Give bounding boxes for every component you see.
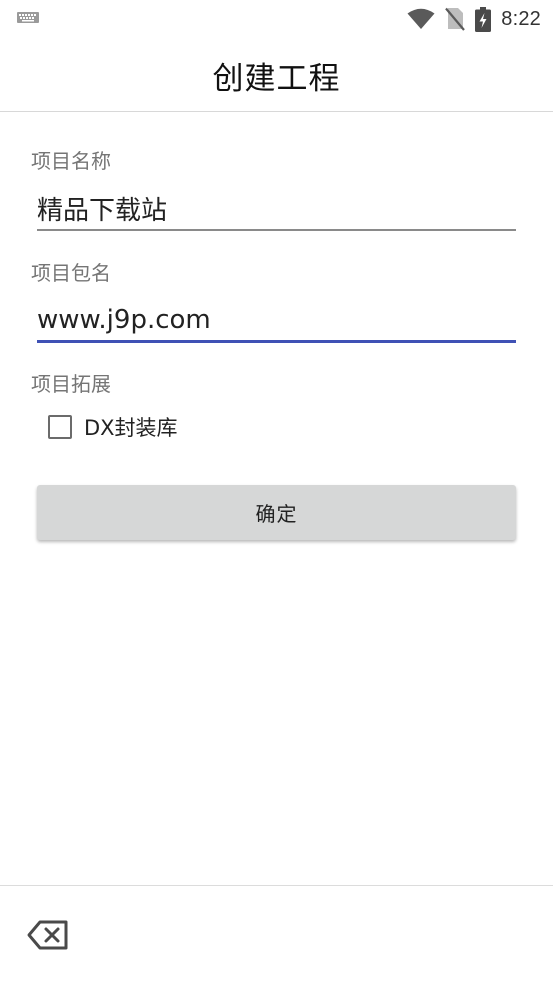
confirm-button[interactable]: 确定 [37,485,516,540]
app-bar: 创建工程 [0,37,553,112]
status-time: 8:22 [501,7,541,30]
create-project-screen: 8:22 创建工程 项目名称 项目包名 项目拓展 DX封装库 确定 [0,0,553,983]
backspace-icon[interactable] [27,919,69,951]
dx-library-option[interactable]: DX封装库 [48,412,178,442]
wifi-icon [407,8,435,29]
status-bar: 8:22 [0,0,553,37]
battery-charging-icon [475,6,492,32]
package-name-underline-focused [37,340,516,343]
project-name-input[interactable] [37,186,516,230]
page-title: 创建工程 [212,60,341,97]
project-name-label: 项目名称 [31,149,111,173]
keyboard-icon [17,12,39,23]
bottom-bar [0,885,553,983]
dx-library-label: DX封装库 [84,416,178,440]
extensions-label: 项目拓展 [31,372,111,396]
dx-library-checkbox[interactable] [48,415,72,439]
project-name-underline [37,229,516,231]
package-name-label: 项目包名 [31,261,111,285]
no-sim-icon [445,7,466,31]
package-name-input[interactable] [37,298,516,342]
